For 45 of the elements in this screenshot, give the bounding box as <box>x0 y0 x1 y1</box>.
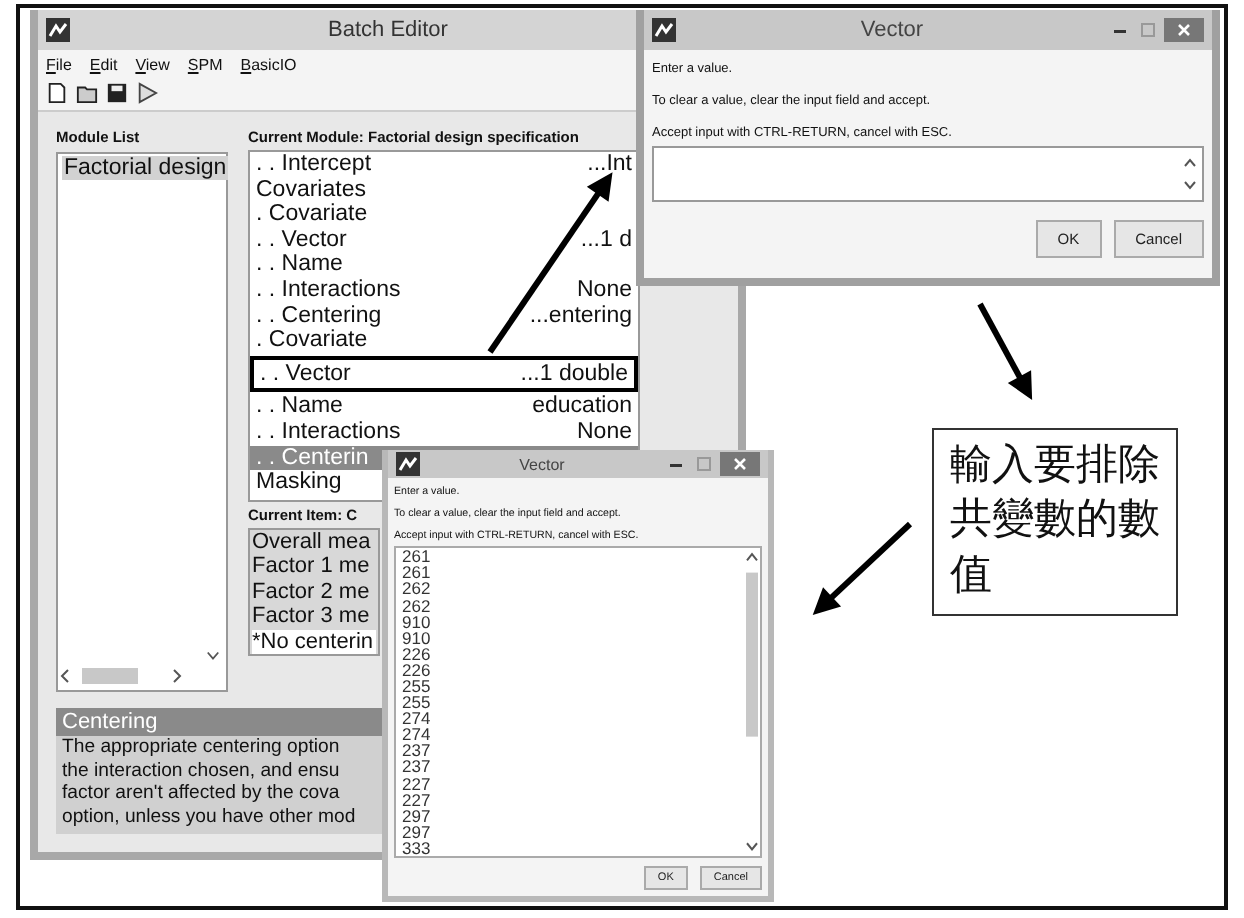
tree-value: ...entering <box>529 303 632 329</box>
tree-label: . . Intercept <box>256 152 372 178</box>
value-line: 261 <box>402 548 433 565</box>
value-line: 255 <box>402 677 433 695</box>
tree-value: ...Int <box>587 152 632 178</box>
tree-value: ...1 d <box>580 227 632 253</box>
value-line: 255 <box>402 694 433 711</box>
tree-label: . . Centerin <box>256 445 369 471</box>
value-line: 910 <box>402 629 433 646</box>
window-title: Batch Editor <box>328 18 448 42</box>
value-line: 261 <box>402 564 433 581</box>
value-line: 333 <box>402 839 433 856</box>
tree-label: . . Centering <box>256 303 382 329</box>
tree-label: . . Vector <box>260 361 351 387</box>
tree-label: . . Name <box>256 394 343 420</box>
value-line: 910 <box>402 613 433 630</box>
tree-value: None <box>577 277 632 304</box>
tree-value: None <box>577 419 632 446</box>
tree-label: . . Name <box>256 252 343 278</box>
tree-label: Covariates <box>256 177 366 203</box>
value-line: 297 <box>402 807 433 824</box>
tree-label: . . Interactions <box>256 419 401 446</box>
value-line: 227 <box>402 791 433 808</box>
tree-value: ...1 double <box>520 361 628 387</box>
value-line: 237 <box>402 758 433 776</box>
value-line: 226 <box>402 645 433 662</box>
help-text-line: option, unless you have other mod <box>60 805 358 828</box>
tree-label: . Covariate <box>256 202 368 228</box>
window-title: Vector <box>858 18 926 42</box>
tree-label: . . Vector <box>256 227 347 253</box>
value-line: 226 <box>402 661 433 678</box>
help-text-line: The appropriate centering option <box>60 736 342 759</box>
value-line: 262 <box>402 580 433 597</box>
value-line: 262 <box>402 597 433 614</box>
help-text-line: factor aren't affected by the cova <box>60 782 342 805</box>
value-line: 297 <box>402 823 433 840</box>
tree-value: education <box>532 394 632 420</box>
help-text-line: the interaction chosen, and ensu <box>60 759 342 782</box>
annotation-text: 輸入要排除共變數的數值 <box>932 428 1178 616</box>
tree-label: . . Interactions <box>256 277 401 304</box>
window-title: Vector <box>517 455 567 474</box>
value-line: 227 <box>402 775 433 792</box>
tree-label: . Covariate <box>256 328 368 354</box>
value-line: 274 <box>402 710 433 727</box>
value-line: 237 <box>402 742 433 759</box>
